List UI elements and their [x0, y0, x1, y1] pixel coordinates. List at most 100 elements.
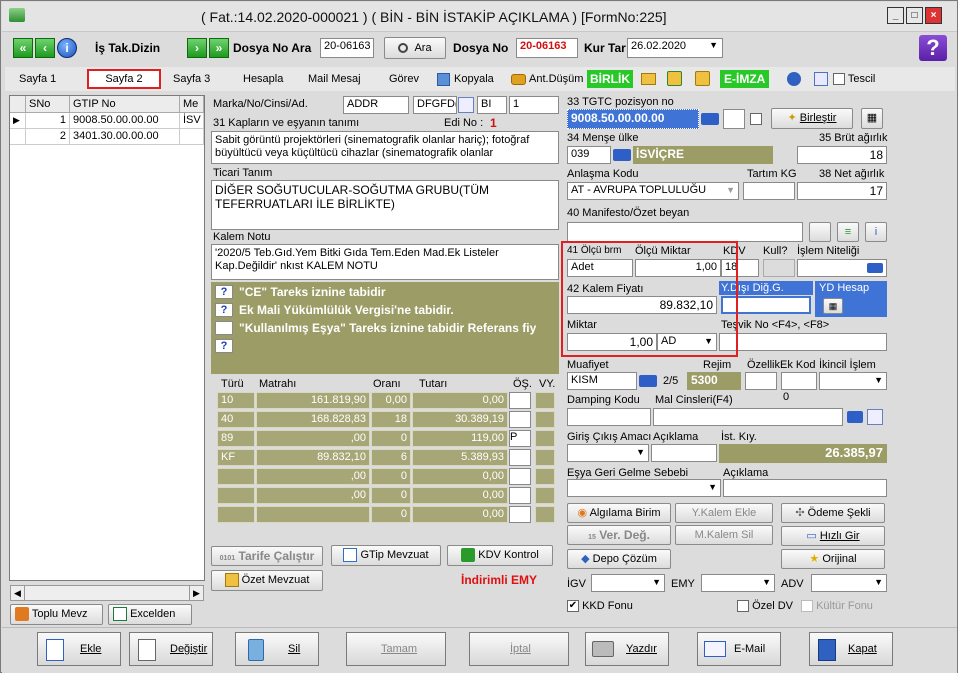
- question-icon[interactable]: ?: [215, 339, 233, 353]
- edit-icon[interactable]: [867, 409, 883, 425]
- kdv-kontrol-button[interactable]: KDV Kontrol: [447, 545, 553, 566]
- minimize-icon[interactable]: _: [887, 7, 904, 24]
- tescil-checkbox[interactable]: Tescil: [833, 73, 875, 86]
- damping-input[interactable]: [567, 408, 651, 426]
- tax-cell-turu[interactable]: 40: [217, 411, 255, 428]
- aciklama2-input[interactable]: [723, 479, 887, 497]
- tax-cell-turu[interactable]: [217, 506, 255, 523]
- algilama-birim-button[interactable]: ◉ Algılama Birim: [567, 503, 671, 523]
- tax-cell-vy[interactable]: [535, 449, 555, 466]
- table-row[interactable]: 9008.50.00.00.00: [70, 113, 180, 129]
- last-record-button[interactable]: »: [209, 38, 229, 58]
- kalem-notu-textarea[interactable]: '2020/5 Teb.Gıd.Yem Bitki Gıda Tem.Eden …: [211, 244, 559, 280]
- tax-cell-matrah[interactable]: 89.832,10: [256, 449, 370, 466]
- table-row[interactable]: 3401.30.00.00.00: [70, 129, 180, 145]
- kultur-fonu-checkbox[interactable]: Kültür Fonu: [801, 600, 873, 613]
- info-icon[interactable]: i: [57, 38, 77, 58]
- tax-cell-oran[interactable]: 0: [371, 430, 411, 447]
- tab-e-imza[interactable]: E-İMZA: [720, 70, 770, 88]
- tab-hesapla[interactable]: Hesapla: [243, 69, 283, 89]
- net-input[interactable]: 17: [797, 182, 887, 200]
- tax-cell-tutar[interactable]: 0,00: [412, 392, 508, 409]
- birlestir-button[interactable]: ✦ Birleştir: [771, 108, 853, 129]
- aciklama-input[interactable]: [651, 444, 717, 462]
- tax-cell-vy[interactable]: [535, 468, 555, 485]
- tax-cell-matrah[interactable]: ,00: [256, 487, 370, 504]
- tax-cell-tutar[interactable]: 0,00: [412, 468, 508, 485]
- excelden-button[interactable]: Excelden: [108, 604, 192, 625]
- folder-up-icon[interactable]: [667, 71, 682, 86]
- marka-input-1[interactable]: ADDR: [343, 96, 409, 114]
- tax-cell-os[interactable]: [509, 449, 531, 466]
- tax-cell-oran[interactable]: 0: [371, 487, 411, 504]
- gtip-mevzuat-button[interactable]: GTip Mevzuat: [331, 545, 441, 566]
- tax-cell-matrah[interactable]: 168.828,83: [256, 411, 370, 428]
- calculator-icon[interactable]: ▦: [861, 108, 883, 129]
- depo-cozum-button[interactable]: ◆ Depo Çözüm: [567, 549, 671, 569]
- tab-sayfa-3[interactable]: Sayfa 3: [173, 69, 210, 89]
- ek-kod-input[interactable]: [781, 372, 817, 390]
- tartim-input[interactable]: [743, 182, 795, 200]
- prev-record-button[interactable]: ‹: [35, 38, 55, 58]
- esya-geri-select[interactable]: ▼: [567, 479, 721, 497]
- tax-cell-oran[interactable]: 0,00: [371, 392, 411, 409]
- iptal-button[interactable]: İptal: [469, 632, 569, 666]
- tax-cell-matrah[interactable]: [256, 506, 370, 523]
- tax-cell-os[interactable]: [509, 487, 531, 504]
- tgtc-checkbox[interactable]: [750, 113, 762, 125]
- tax-cell-turu[interactable]: [217, 487, 255, 504]
- sil-button[interactable]: Sil: [235, 632, 319, 666]
- kur-tar-input[interactable]: 26.02.2020 ▼: [627, 38, 723, 58]
- grid-header-sno[interactable]: SNo: [26, 96, 70, 113]
- lookup-icon[interactable]: [639, 375, 657, 387]
- emy-select[interactable]: ▼: [701, 574, 775, 592]
- ekle-button[interactable]: Ekle: [37, 632, 121, 666]
- marka-input-4[interactable]: 1: [509, 96, 559, 114]
- tax-cell-os[interactable]: [509, 392, 531, 409]
- tarife-calistir-button[interactable]: 0101 Tarife Çalıştır: [211, 546, 323, 566]
- ozel-dv-checkbox[interactable]: Özel DV: [737, 600, 793, 613]
- table-row[interactable]: 2: [26, 129, 70, 145]
- folder-icon[interactable]: [641, 73, 656, 85]
- tax-cell-os[interactable]: [509, 506, 531, 523]
- kkd-fonu-checkbox[interactable]: ✔ KKD Fonu: [567, 600, 633, 613]
- tamam-button[interactable]: Tamam: [346, 632, 446, 666]
- tax-cell-oran[interactable]: 0: [371, 506, 411, 523]
- yazdir-button[interactable]: Yazdır: [585, 632, 669, 666]
- shield-icon[interactable]: [787, 72, 801, 86]
- tab-gorev[interactable]: Görev: [389, 69, 419, 89]
- tax-cell-tutar[interactable]: 0,00: [412, 487, 508, 504]
- tax-cell-oran[interactable]: 6: [371, 449, 411, 466]
- lookup-icon[interactable]: [867, 263, 883, 273]
- m-kalem-sil-button[interactable]: M.Kalem Sil: [675, 525, 773, 545]
- scroll-left-icon[interactable]: ◀: [11, 586, 25, 600]
- tax-cell-tutar[interactable]: 119,00: [412, 430, 508, 447]
- tax-cell-vy[interactable]: [535, 506, 555, 523]
- ticari-textarea[interactable]: DİĞER SOĞUTUCULAR-SOĞUTMA GRUBU(TÜM TEFE…: [211, 180, 559, 230]
- tax-cell-tutar[interactable]: 30.389,19: [412, 411, 508, 428]
- close-icon[interactable]: ×: [925, 7, 942, 24]
- degistir-button[interactable]: Değiştir: [129, 632, 213, 666]
- tax-cell-tutar[interactable]: 5.389,93: [412, 449, 508, 466]
- marka-input-2[interactable]: DFGFD(: [413, 96, 457, 114]
- mense-code-input[interactable]: 039: [567, 146, 611, 164]
- brut-input[interactable]: 18: [797, 146, 887, 164]
- tgtc-extra-input[interactable]: [723, 109, 745, 129]
- orijinal-button[interactable]: ★ Orijinal: [781, 549, 885, 569]
- tax-cell-os[interactable]: [509, 411, 531, 428]
- toplu-mevz-button[interactable]: Toplu Mevz: [10, 604, 103, 625]
- scroll-right-icon[interactable]: ▶: [189, 586, 203, 600]
- tesvik-input[interactable]: [719, 333, 887, 351]
- igv-select[interactable]: ▼: [591, 574, 665, 592]
- help-icon[interactable]: ?: [919, 35, 947, 61]
- tgtc-input[interactable]: 9008.50.00.00.00: [567, 109, 699, 129]
- tax-cell-matrah[interactable]: 161.819,90: [256, 392, 370, 409]
- ara-button[interactable]: Ara: [384, 37, 446, 59]
- grid-header-gtip[interactable]: GTIP No: [70, 96, 180, 113]
- question-icon[interactable]: ?: [215, 303, 233, 317]
- notice-empty-box[interactable]: [215, 321, 233, 335]
- hizli-gir-button[interactable]: ▭ Hızlı Gir: [781, 526, 885, 546]
- anlasma-select[interactable]: AT - AVRUPA TOPLULUĞU ▼: [567, 182, 739, 200]
- kaplar-textarea[interactable]: Sabit görüntü projektörleri (sinematogra…: [211, 131, 559, 164]
- first-record-button[interactable]: «: [13, 38, 33, 58]
